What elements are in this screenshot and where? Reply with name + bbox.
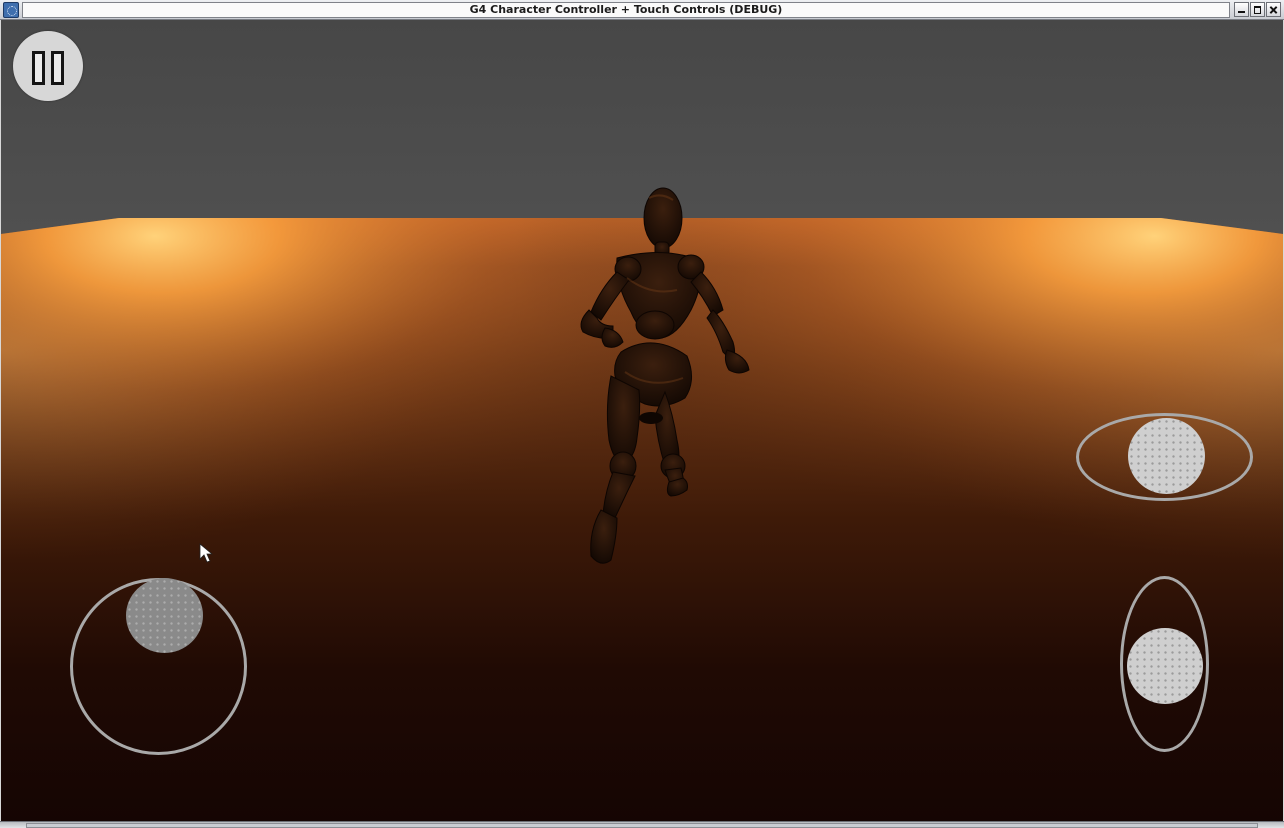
game-viewport[interactable] [1,20,1283,821]
mouse-cursor-icon [199,543,213,563]
window-title: G4 Character Controller + Touch Controls… [22,2,1230,18]
look-horizontal-slider-knob[interactable] [1128,418,1205,494]
window-bottom-border [0,821,1284,828]
pause-icon-bar [51,51,64,85]
game-window: G4 Character Controller + Touch Controls… [0,0,1284,828]
move-joystick-knob[interactable] [126,578,203,653]
pause-button[interactable] [13,31,83,101]
app-gear-icon[interactable] [3,2,19,18]
minimize-button[interactable] [1234,2,1249,17]
look-vertical-slider-knob[interactable] [1127,628,1203,704]
close-button[interactable] [1266,2,1281,17]
pause-icon [32,51,45,85]
title-bar[interactable]: G4 Character Controller + Touch Controls… [0,0,1284,20]
maximize-button[interactable] [1250,2,1265,17]
